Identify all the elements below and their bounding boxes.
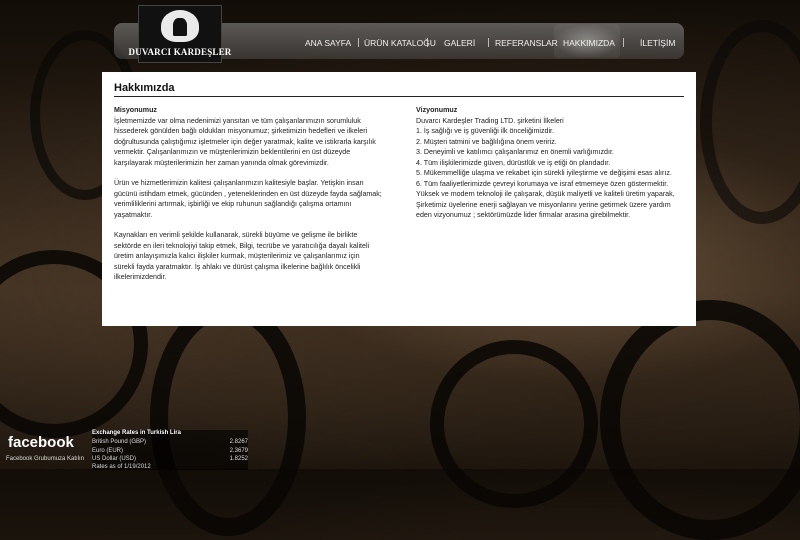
nav-separator: | xyxy=(357,38,361,48)
mission-column: Misyonumuz İşletmemizde var olma nedenim… xyxy=(114,105,382,293)
nav-separator: | xyxy=(426,38,430,48)
mission-paragraph: Kaynakları en verimli şekilde kullanarak… xyxy=(114,231,370,281)
nav-item-hakkimizda[interactable]: HAKKIMIZDA xyxy=(563,38,615,48)
wrought-iron-decoration xyxy=(700,20,800,224)
nav-item-referanslar[interactable]: REFERANSLAR xyxy=(495,38,558,48)
logo-text: DUVARCI KARDEŞLER xyxy=(128,47,232,57)
nav-item-galeri[interactable]: GALERİ xyxy=(444,38,475,48)
exchange-rates-widget: Exchange Rates in Turkish Lira British P… xyxy=(92,430,248,470)
facebook-logo[interactable]: facebook xyxy=(8,434,74,451)
vision-line: Duvarcı Kardeşler Trading LTD. şirketini… xyxy=(416,116,564,125)
rate-label: Euro (EUR) xyxy=(92,447,124,454)
vision-line: 2. Müşteri tatmini ve bağlılığına önem v… xyxy=(416,137,557,146)
rate-row: British Pound (GBP) 2.8267 xyxy=(92,438,248,447)
nav-separator: | xyxy=(487,38,491,48)
rate-value: 2.8267 xyxy=(229,439,248,445)
facebook-join-link[interactable]: Facebook Grubumuza Katılın xyxy=(6,456,84,462)
rate-label: British Pound (GBP) xyxy=(92,439,147,445)
nav-item-ana-sayfa[interactable]: ANA SAYFA xyxy=(305,38,351,48)
vision-line: 3. Deneyimli ve katılımcı çalışanlarımız… xyxy=(416,148,614,156)
vision-line: 1. İş sağlığı ve iş güvenliği ilk önceli… xyxy=(416,127,554,135)
mission-heading: Misyonumuz xyxy=(114,106,157,114)
about-panel: Hakkımızda Misyonumuz İşletmemizde var o… xyxy=(102,72,696,326)
rate-row: US Dollar (USD) 1.8252 xyxy=(92,455,248,464)
site-logo[interactable]: DUVARCI KARDEŞLER xyxy=(129,5,231,63)
rate-label: US Dollar (USD) xyxy=(92,456,137,462)
rate-value: 1.8252 xyxy=(229,456,248,462)
nav-separator: | xyxy=(622,38,626,48)
vision-heading: Vizyonumuz xyxy=(416,106,458,114)
mission-paragraph: Ürün ve hizmetlerimizin kalitesi çalışan… xyxy=(114,179,382,219)
wrought-iron-decoration xyxy=(150,300,306,536)
mission-paragraph: İşletmemizde var olma nedenimizi yansıta… xyxy=(114,116,376,167)
rate-row: Euro (EUR) 2.3679 xyxy=(92,447,248,456)
vision-line: 4. Tüm ilişkilerimizde güven, dürüstlük … xyxy=(416,158,611,167)
rate-value: 2.3679 xyxy=(229,447,248,454)
vision-line: 6. Tüm faaliyetlerimizde çevreyi korumay… xyxy=(416,179,675,220)
page-title: Hakkımızda xyxy=(114,82,684,97)
blacksmith-emblem-icon xyxy=(161,10,199,42)
wrought-iron-decoration xyxy=(600,300,800,540)
vision-line: 5. Mükemmelliğe ulaşma ve rekabet için s… xyxy=(416,169,672,177)
nav-item-iletisim[interactable]: İLETİŞİM xyxy=(640,38,675,48)
rates-title: Exchange Rates in Turkish Lira xyxy=(92,430,181,436)
vision-column: Vizyonumuz Duvarcı Kardeşler Trading LTD… xyxy=(416,105,684,293)
wrought-iron-decoration xyxy=(430,340,598,508)
